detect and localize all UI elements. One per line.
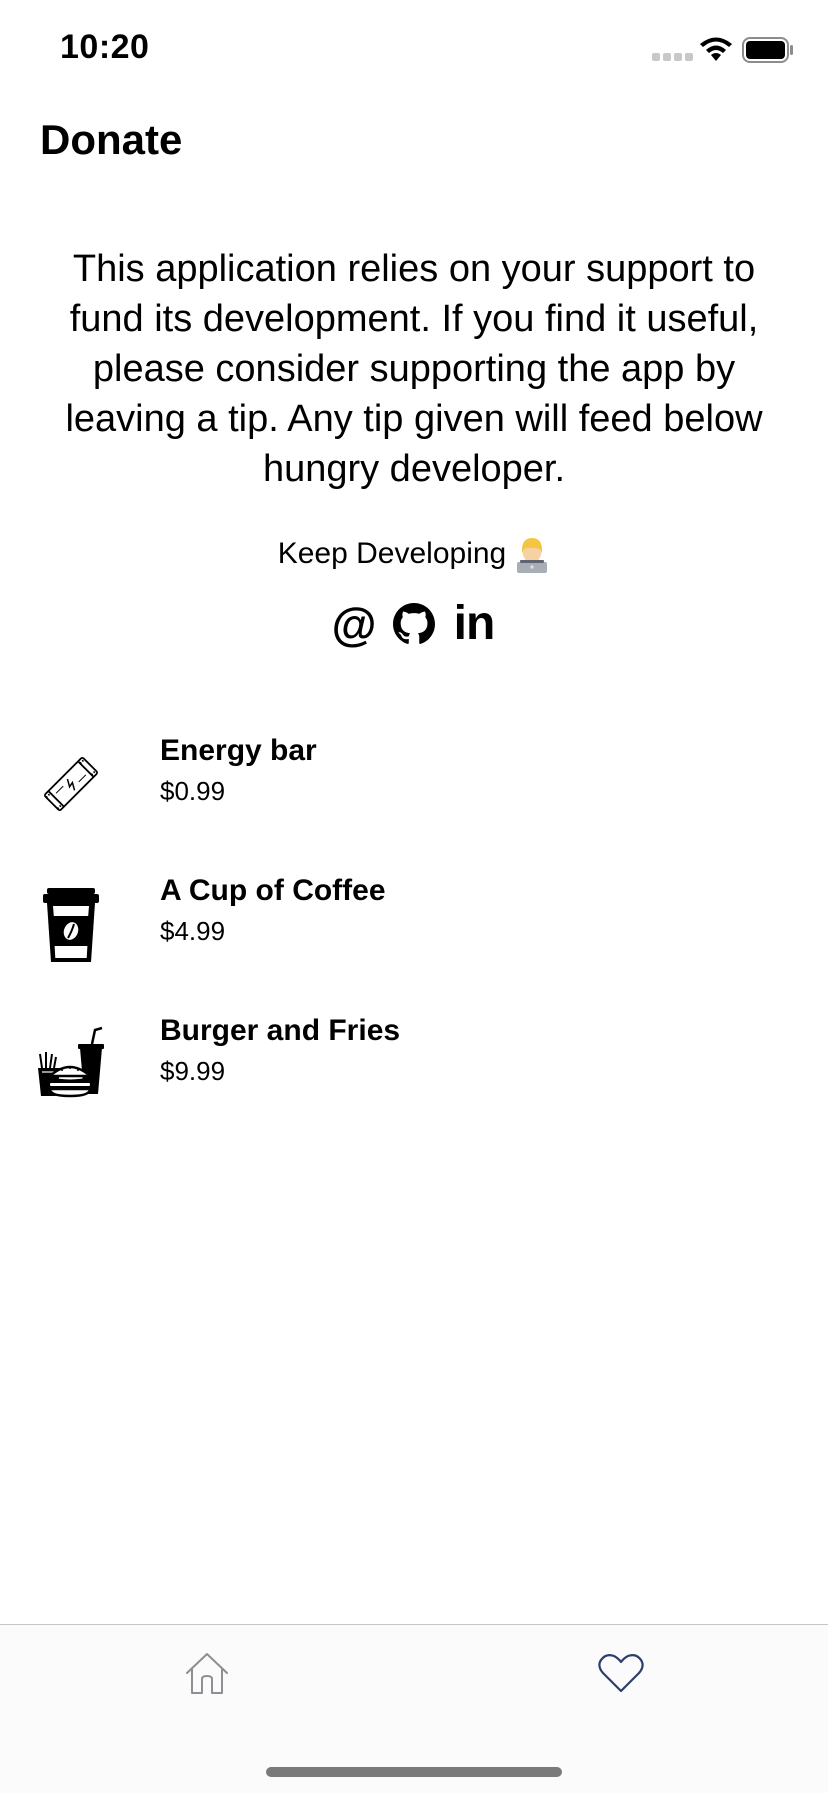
social-links: @ in (0, 600, 828, 649)
tip-name: Energy bar (160, 734, 317, 767)
status-bar: 10:20 (0, 0, 828, 100)
technologist-emoji-icon (517, 538, 548, 574)
energy-bar-icon (44, 757, 98, 811)
linkedin-link[interactable]: in (454, 600, 496, 648)
at-icon[interactable]: @ (332, 600, 377, 648)
wifi-icon (700, 37, 732, 61)
github-logo (393, 603, 435, 644)
keep-developing-line: Keep Developing (0, 534, 828, 574)
status-time: 10:20 (60, 28, 150, 66)
tip-price: $9.99 (160, 1056, 226, 1086)
heart-icon (598, 1654, 644, 1693)
keep-developing-label: Keep Developing (277, 537, 507, 570)
linkedin-icon[interactable]: in (453, 600, 496, 648)
tab-donate[interactable] (591, 1643, 651, 1703)
page-title: Donate (40, 116, 183, 163)
home-indicator (266, 1767, 562, 1777)
email-link[interactable]: @ (332, 600, 377, 648)
tip-name: A Cup of Coffee (160, 874, 386, 907)
home-icon (186, 1653, 228, 1694)
tab-home[interactable] (177, 1643, 237, 1703)
intro-text: This application relies on your support … (65, 248, 763, 490)
burger-fries-icon (38, 1026, 104, 1098)
tip-name: Burger and Fries (160, 1014, 401, 1047)
tip-item-burger[interactable]: Burger and Fries $9.99 (0, 1000, 828, 1140)
tip-list: Energy bar $0.99 A Cup of Coffee $4.99 B… (0, 720, 828, 1140)
tip-item-coffee[interactable]: A Cup of Coffee $4.99 (0, 860, 828, 1000)
signal-icon (652, 53, 693, 61)
github-icon[interactable] (393, 600, 435, 648)
battery-icon (742, 37, 793, 63)
coffee-cup-icon (43, 888, 99, 962)
tip-price: $4.99 (160, 916, 226, 946)
tip-price: $0.99 (160, 776, 226, 806)
tab-bar (0, 1624, 828, 1793)
tip-item-energy-bar[interactable]: Energy bar $0.99 (0, 720, 828, 860)
